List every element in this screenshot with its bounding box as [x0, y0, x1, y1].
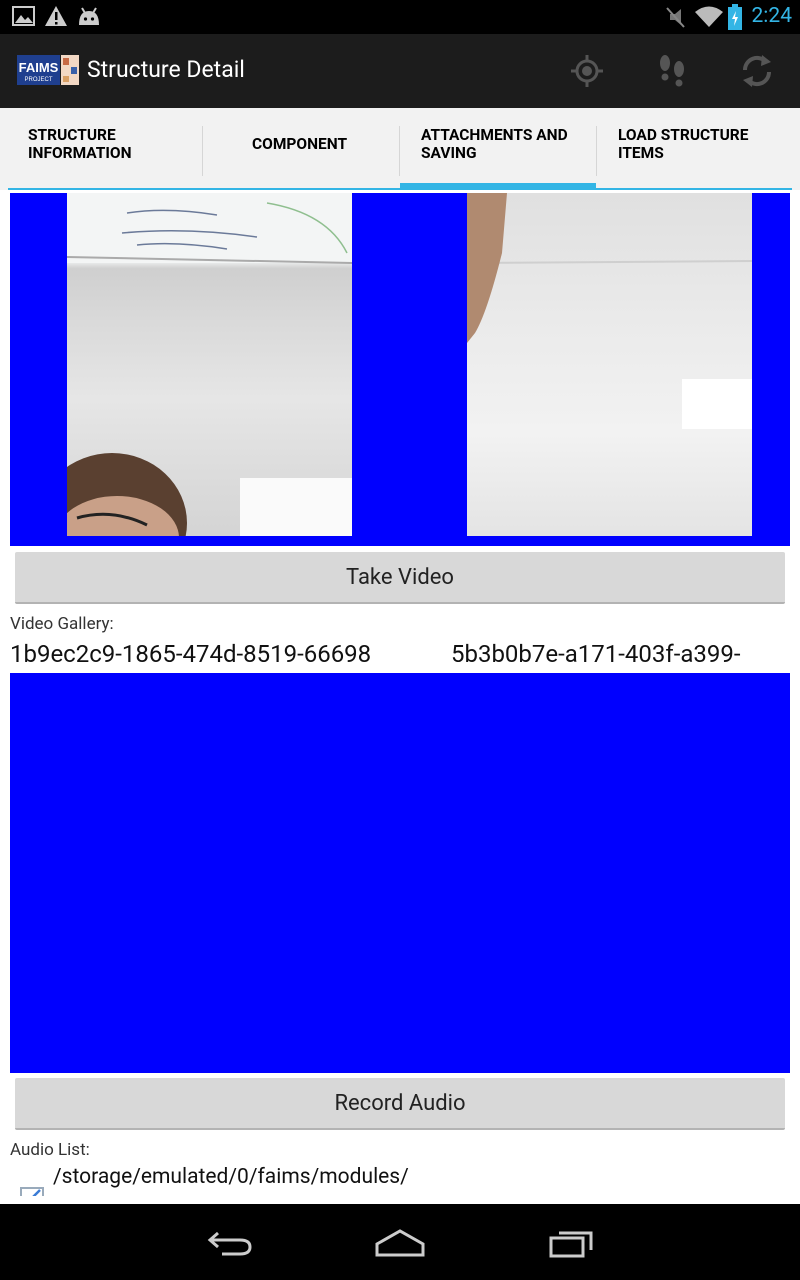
gps-locate-icon[interactable]: [568, 53, 606, 89]
android-debug-icon: [79, 7, 99, 25]
footprints-icon[interactable]: [654, 53, 692, 89]
recent-apps-icon[interactable]: [548, 1226, 596, 1260]
picture-notification-icon: [12, 6, 35, 26]
wifi-icon: [695, 6, 723, 27]
take-video-button[interactable]: Take Video: [15, 552, 785, 604]
photo-gallery[interactable]: [10, 193, 790, 546]
battery-icon: [728, 4, 742, 30]
video-item-name[interactable]: 1b9ec2c9-1865-474d-8519-66698: [10, 640, 371, 668]
audio-item-checkbox-icon[interactable]: [20, 1187, 44, 1196]
photo-thumbnail[interactable]: [67, 193, 352, 536]
tab-attachments-and-saving[interactable]: ATTACHMENTS AND SAVING: [421, 126, 568, 162]
video-gallery-label: Video Gallery:: [10, 614, 114, 634]
attachments-content[interactable]: Take Video Video Gallery: 1b9ec2c9-1865-…: [10, 190, 790, 1196]
tab-divider: [596, 126, 597, 176]
tab-divider: [202, 126, 203, 176]
sync-icon[interactable]: [738, 53, 776, 89]
faims-logo-icon: FAIMS PROJECT: [17, 55, 79, 85]
svg-text:PROJECT: PROJECT: [24, 77, 52, 83]
tab-selected-indicator: [400, 183, 596, 189]
tab-component[interactable]: COMPONENT: [252, 135, 347, 153]
photo-thumbnail[interactable]: [467, 193, 752, 536]
clock: 2:24: [751, 4, 793, 28]
photo-image: [467, 193, 752, 429]
photo-image: [67, 193, 352, 536]
svg-text:FAIMS: FAIMS: [19, 60, 59, 75]
back-icon[interactable]: [206, 1226, 254, 1260]
tab-structure-information[interactable]: STRUCTURE INFORMATION: [28, 126, 132, 162]
audio-item-path[interactable]: /storage/emulated/0/faims/modules/: [53, 1165, 409, 1189]
home-icon[interactable]: [374, 1226, 426, 1260]
warning-notification-icon: [45, 6, 67, 26]
tab-divider: [399, 126, 400, 176]
video-item-name[interactable]: 5b3b0b7e-a171-403f-a399-: [451, 640, 741, 668]
mute-icon: [666, 7, 685, 28]
record-audio-button[interactable]: Record Audio: [15, 1078, 785, 1130]
video-gallery[interactable]: [10, 673, 790, 1073]
tab-load-structure-items[interactable]: LOAD STRUCTURE ITEMS: [618, 126, 748, 162]
audio-list-label: Audio List:: [10, 1140, 90, 1160]
page-title: Structure Detail: [87, 56, 245, 83]
status-bar: 2:24: [0, 0, 800, 34]
